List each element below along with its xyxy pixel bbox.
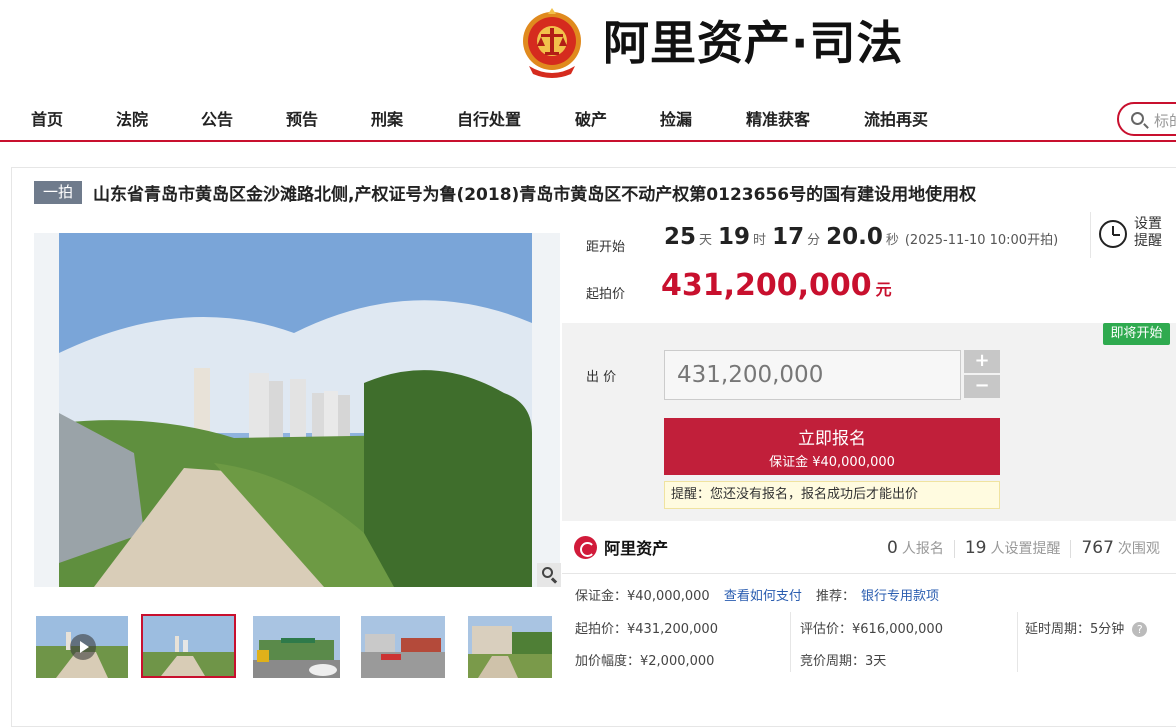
search-placeholder: 标的 <box>1154 112 1176 130</box>
status-badge: 即将开始 <box>1103 323 1170 345</box>
zoom-icon[interactable] <box>537 563 561 587</box>
divider <box>790 612 791 672</box>
ali-asset-logo: 阿里资产 <box>574 535 668 559</box>
bid-increase-button[interactable]: + <box>964 350 1000 373</box>
nav-item-bargain[interactable]: 捡漏 <box>660 106 692 130</box>
thumbnail-video[interactable] <box>36 616 128 678</box>
bid-decrease-button[interactable]: − <box>964 375 1000 398</box>
countdown-days: 25 <box>664 224 697 250</box>
divider <box>1017 612 1018 672</box>
main-photo[interactable] <box>34 233 560 587</box>
registrations-label: 人报名 <box>901 541 944 557</box>
bank-account-link[interactable]: 银行专用款项 <box>861 589 939 604</box>
views-label: 次围观 <box>1117 541 1160 557</box>
start-price-amount: 431,200,000 <box>661 268 872 303</box>
recommend-label: 推荐： <box>816 589 856 604</box>
countdown-timer: 25 天 19 时 17 分 20.0 秒 (2025-11-10 10:00开拍) <box>664 224 1058 250</box>
alarm-clock-icon <box>1099 220 1127 248</box>
thumbnail-3[interactable] <box>361 616 445 678</box>
auction-round-badge: 一拍 <box>34 181 82 204</box>
search-icon <box>1131 112 1144 125</box>
detail-increment: 加价幅度：¥2,000,000 <box>575 654 715 669</box>
thumbnail-1-selected[interactable] <box>141 614 236 678</box>
start-price-value: 431,200,000 元 <box>661 268 892 303</box>
nav-item-preview[interactable]: 预告 <box>286 106 318 130</box>
nav-item-criminal[interactable]: 刑案 <box>371 106 403 130</box>
ali-asset-logo-icon <box>574 535 597 559</box>
lot-title: 山东省青岛市黄岛区金沙滩路北侧,产权证号为鲁(2018)青岛市黄岛区不动产权第0… <box>93 185 977 205</box>
deposit-value: 保证金：¥40,000,000 <box>575 589 710 604</box>
search-input[interactable]: 标的 <box>1117 102 1176 136</box>
reminders-label: 人设置提醒 <box>990 541 1061 557</box>
help-icon[interactable]: ? <box>1132 622 1148 637</box>
nav-item-bankruptcy[interactable]: 破产 <box>575 106 607 130</box>
countdown-hours: 19 <box>718 224 751 250</box>
how-to-pay-link[interactable]: 查看如何支付 <box>724 589 802 604</box>
countdown-minutes-unit: 分 <box>807 233 821 248</box>
reminders-count: 19 <box>964 538 987 558</box>
signup-button[interactable]: 立即报名 保证金 ¥40,000,000 <box>664 418 1000 475</box>
detail-appraisal: 评估价：¥616,000,000 <box>800 622 943 637</box>
thumbnail-2[interactable] <box>253 616 340 678</box>
detail-bidding-period: 竞价周期：3天 <box>800 654 887 669</box>
brand-title[interactable]: 阿里资产·司法 <box>603 12 903 74</box>
signup-button-label: 立即报名 <box>798 429 866 449</box>
auction-start-time: (2025-11-10 10:00开拍) <box>904 233 1059 248</box>
bid-amount-input[interactable]: 431,200,000 <box>664 350 961 400</box>
countdown-label: 距开始 <box>586 240 626 255</box>
play-icon <box>70 634 96 660</box>
set-reminder-button[interactable]: 设置 提醒 <box>1090 212 1176 258</box>
divider <box>562 573 1176 574</box>
nav-item-precise-customers[interactable]: 精准获客 <box>746 106 810 130</box>
start-price-unit: 元 <box>875 280 892 299</box>
court-emblem-icon <box>521 8 583 78</box>
bid-label: 出 价 <box>586 370 617 385</box>
delay-period-value: 延时周期：5分钟 <box>1025 622 1125 637</box>
reminder-label-2: 提醒 <box>1134 233 1162 249</box>
countdown-minutes: 17 <box>772 224 805 250</box>
lot-stats: 0 人报名 19 人设置提醒 767 次围观 <box>887 538 1160 558</box>
start-price-label: 起拍价 <box>586 287 626 302</box>
deposit-row: 保证金：¥40,000,000 查看如何支付 推荐： 银行专用款项 <box>575 585 939 604</box>
ali-asset-logo-text: 阿里资产 <box>604 539 669 558</box>
detail-delay-period: 延时周期：5分钟? <box>1025 618 1148 637</box>
countdown-seconds-unit: 秒 <box>885 233 899 248</box>
nav-item-court[interactable]: 法院 <box>116 106 148 130</box>
signup-deposit-note: 保证金 ¥40,000,000 <box>769 455 895 470</box>
signup-tip: 提醒：您还没有报名，报名成功后才能出价 <box>664 481 1000 509</box>
countdown-seconds: 20.0 <box>826 224 883 250</box>
nav-item-home[interactable]: 首页 <box>31 106 63 130</box>
main-nav: 首页 法院 公告 预告 刑案 自行处置 破产 捡漏 精准获客 流拍再买 标的 <box>0 100 1176 142</box>
nav-item-relist[interactable]: 流拍再买 <box>864 106 928 130</box>
nav-item-announcement[interactable]: 公告 <box>201 106 233 130</box>
countdown-days-unit: 天 <box>699 233 713 248</box>
reminder-label-1: 设置 <box>1134 216 1162 232</box>
views-count: 767 <box>1081 538 1114 558</box>
detail-start-price: 起拍价：¥431,200,000 <box>575 622 718 637</box>
thumbnail-4[interactable] <box>468 616 552 678</box>
countdown-hours-unit: 时 <box>753 233 767 248</box>
registrations-count: 0 <box>887 538 898 558</box>
nav-item-self-disposal[interactable]: 自行处置 <box>457 106 521 130</box>
